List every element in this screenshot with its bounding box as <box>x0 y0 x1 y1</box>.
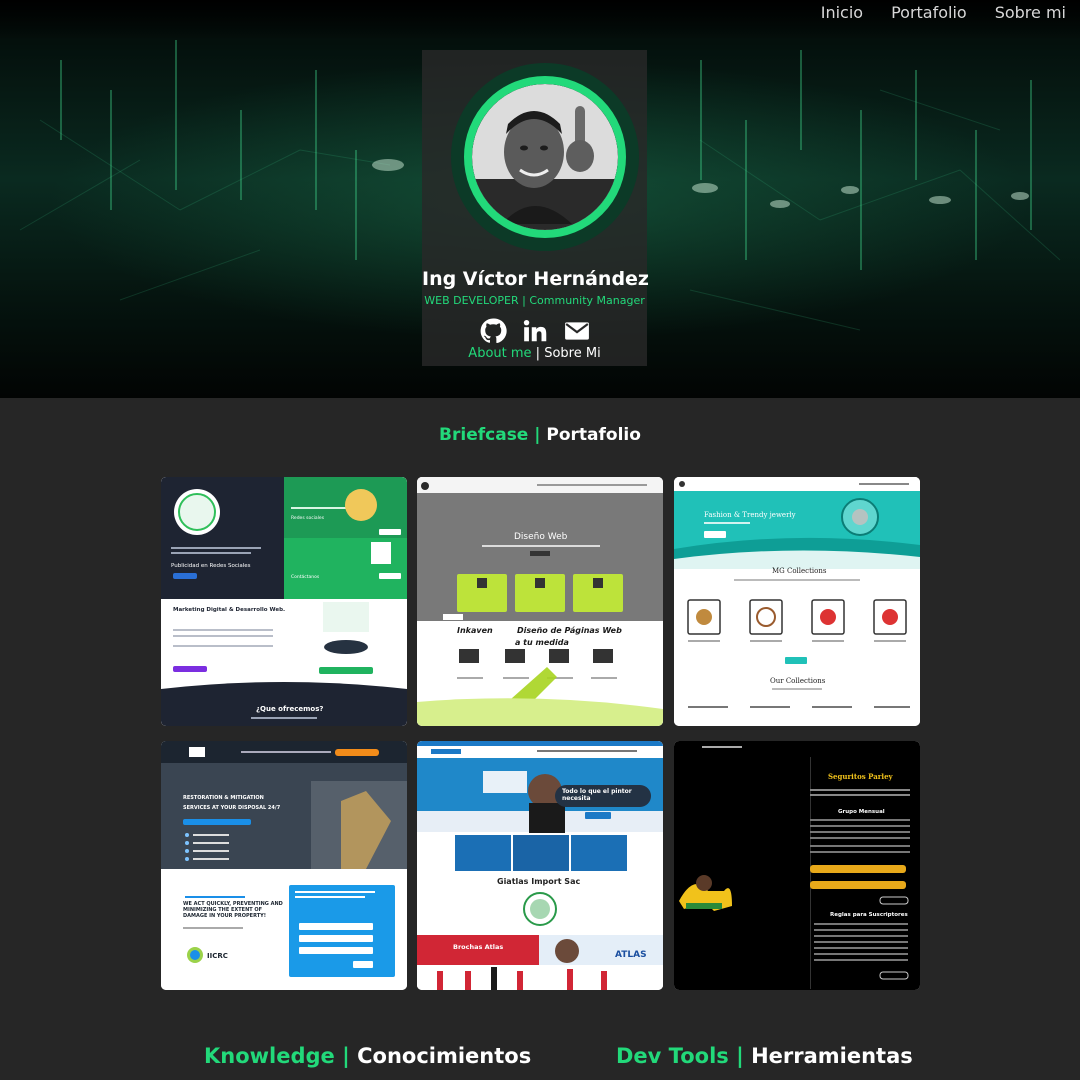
knowledge-heading-sep: | <box>342 1044 350 1068</box>
portfolio-heading-sep: | <box>534 425 541 445</box>
project-text: Fashion & Trendy jewerly <box>704 511 796 519</box>
portfolio-heading: Briefcase | Portafolio <box>0 425 1080 445</box>
social-links <box>422 318 647 344</box>
mail-icon[interactable] <box>563 318 591 344</box>
hero-banner: Inicio Portafolio Sobre mi Ing Víctor He… <box>0 0 1080 398</box>
project-text: Marketing Digital & Desarrollo Web. <box>173 607 285 613</box>
top-nav: Inicio Portafolio Sobre mi <box>821 0 1066 24</box>
project-text: Redes sociales <box>291 515 325 521</box>
avatar-ring <box>451 63 639 251</box>
knowledge-heading-en: Knowledge <box>204 1044 335 1068</box>
dev-tools-heading: Dev Tools | Herramientas <box>616 1044 913 1068</box>
project-text: MG Collections <box>772 567 827 575</box>
about-separator: | <box>535 346 541 361</box>
dev-tools-heading-es: Herramientas <box>751 1044 913 1068</box>
portfolio-heading-es: Portafolio <box>546 425 641 445</box>
linkedin-icon[interactable] <box>521 318 549 344</box>
project-tile-inkaven-social[interactable]: Publicidad en Redes Sociales Redes socia… <box>161 477 407 726</box>
project-text: ¿Que ofrecemos? <box>256 705 323 713</box>
project-text: Our Collections <box>770 677 826 685</box>
dev-tools-heading-en: Dev Tools <box>616 1044 729 1068</box>
project-text: Contáctanos <box>291 573 320 580</box>
dev-tools-heading-sep: | <box>736 1044 744 1068</box>
project-text: SERVICES AT YOUR DISPOSAL 24/7 <box>183 805 281 811</box>
project-screenshot: Publicidad en Redes Sociales Redes socia… <box>161 477 407 726</box>
profile-name: Ing Víctor Hernández <box>422 268 649 290</box>
knowledge-heading-es: Conocimientos <box>357 1044 532 1068</box>
nav-inicio[interactable]: Inicio <box>821 3 863 22</box>
project-screenshot: Todo lo que el pintor necesita Giatlas I… <box>417 741 663 990</box>
about-me-link[interactable]: About me <box>468 346 531 361</box>
project-tile-seguritos[interactable]: Seguritos Parley Grupo Mensual Reglas pa… <box>674 741 920 990</box>
project-text: Grupo Mensual <box>838 809 885 815</box>
project-screenshot: Seguritos Parley Grupo Mensual Reglas pa… <box>674 741 920 990</box>
project-text: ATLAS <box>615 950 647 960</box>
project-tile-inkaven-web[interactable]: Diseño Web Inkaven Diseño de Páginas Web… <box>417 477 663 726</box>
project-text: Brochas Atlas <box>453 943 503 951</box>
project-text: Seguritos Parley <box>828 772 894 781</box>
project-tile-mg-collections[interactable]: Fashion & Trendy jewerly MG Collections … <box>674 477 920 726</box>
project-text: Todo lo que el pintor necesita <box>562 788 632 802</box>
about-links: About me | Sobre Mi <box>422 346 647 361</box>
project-text: a tu medida <box>515 638 569 647</box>
project-text: Inkaven <box>457 626 493 635</box>
nav-portafolio[interactable]: Portafolio <box>891 3 967 22</box>
profile-role: WEB DEVELOPER | Community Manager <box>424 294 645 307</box>
nav-sobre-mi[interactable]: Sobre mi <box>995 3 1066 22</box>
avatar-photo <box>472 84 618 230</box>
project-text: WE ACT QUICKLY, PREVENTING AND MINIMIZIN… <box>183 901 283 919</box>
github-icon[interactable] <box>479 318 507 344</box>
project-screenshot: Diseño Web Inkaven Diseño de Páginas Web… <box>417 477 663 726</box>
project-screenshot: RESTORATION & MITIGATION SERVICES AT YOU… <box>161 741 407 990</box>
project-tile-restoration[interactable]: RESTORATION & MITIGATION SERVICES AT YOU… <box>161 741 407 990</box>
sobre-mi-link[interactable]: Sobre Mi <box>544 346 600 361</box>
project-tile-giatlas[interactable]: Todo lo que el pintor necesita Giatlas I… <box>417 741 663 990</box>
project-text: Diseño de Páginas Web <box>517 626 622 635</box>
project-text: Diseño Web <box>514 532 568 542</box>
project-text: RESTORATION & MITIGATION <box>183 795 264 801</box>
portfolio-heading-en: Briefcase <box>439 425 529 445</box>
profile-card: Ing Víctor Hernández WEB DEVELOPER | Com… <box>422 50 649 366</box>
project-text: IICRC <box>207 952 228 960</box>
project-text: Publicidad en Redes Sociales <box>171 563 251 569</box>
project-screenshot: Fashion & Trendy jewerly MG Collections … <box>674 477 920 726</box>
project-text: Giatlas Import Sac <box>497 877 580 886</box>
knowledge-heading: Knowledge | Conocimientos <box>204 1044 531 1068</box>
project-text: Reglas para Suscriptores <box>830 912 908 918</box>
avatar-frame <box>464 76 626 238</box>
avatar <box>472 84 618 230</box>
